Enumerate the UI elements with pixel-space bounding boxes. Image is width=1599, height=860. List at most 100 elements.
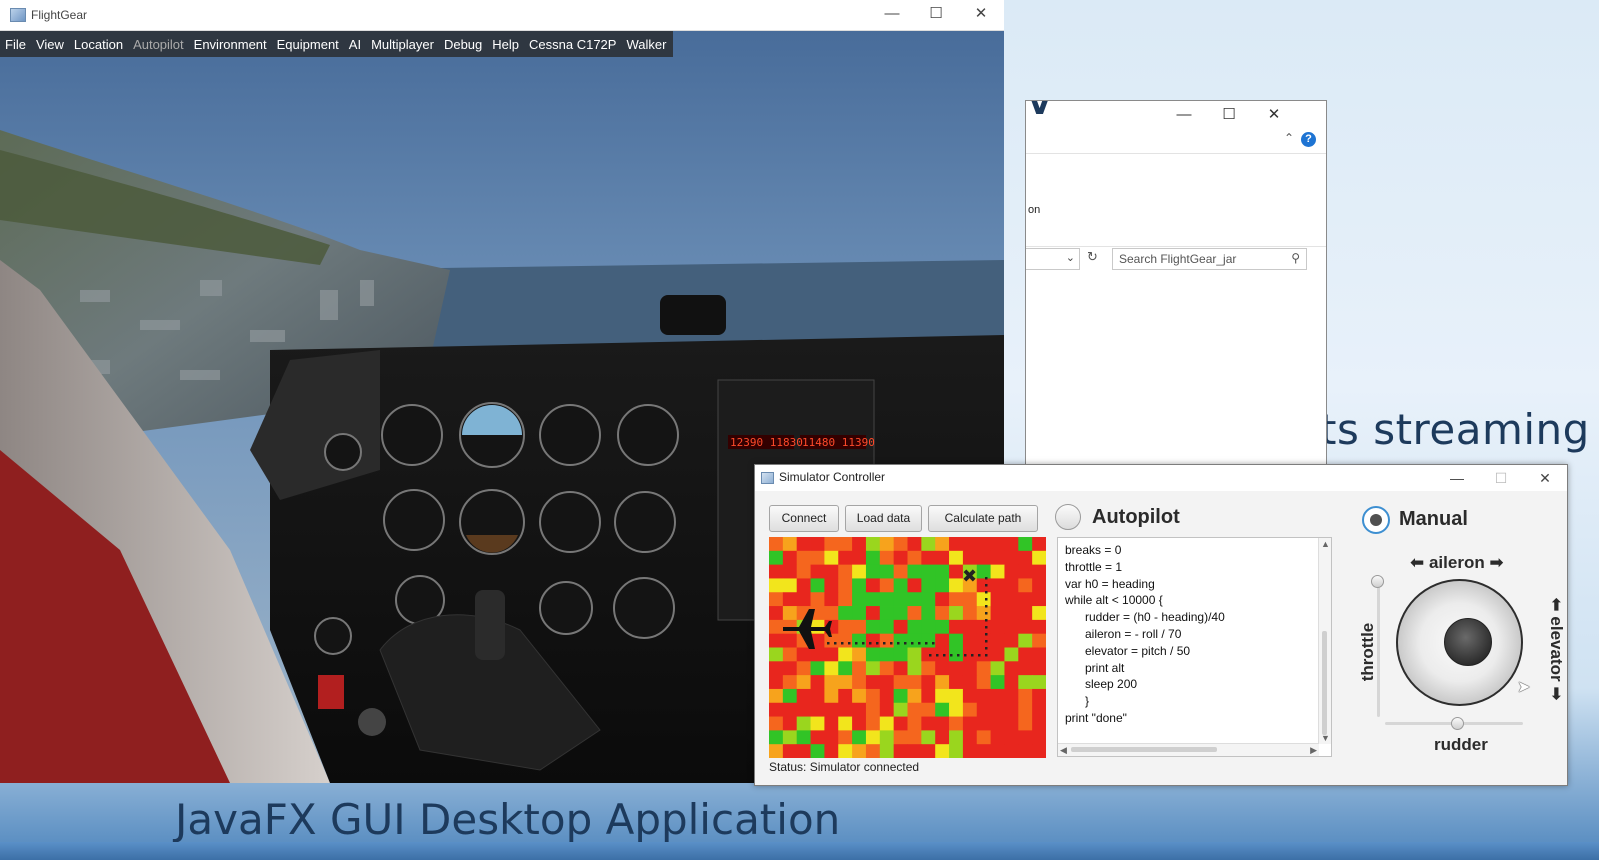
vertical-scrollbar[interactable]: ▲ ▼ <box>1318 538 1331 744</box>
maximize-icon[interactable]: ☐ <box>1207 101 1251 129</box>
refresh-icon[interactable]: ↻ <box>1087 249 1098 265</box>
path-dot <box>985 633 988 636</box>
heatmap-cell <box>1004 633 1019 648</box>
calculate-path-button[interactable]: Calculate path <box>928 505 1038 532</box>
heatmap-cell <box>824 675 839 690</box>
address-dropdown[interactable]: ⌄ <box>1026 248 1080 270</box>
heatmap-cell <box>907 564 922 579</box>
heatmap-cell <box>907 537 922 552</box>
menu-autopilot[interactable]: Autopilot <box>128 37 189 52</box>
minimize-icon[interactable]: — <box>1162 101 1206 129</box>
heatmap-cell <box>852 633 867 648</box>
heatmap-cell <box>1032 578 1046 593</box>
heatmap-cell <box>838 592 853 607</box>
scroll-right-arrow-icon[interactable]: ▶ <box>1310 745 1317 755</box>
heatmap-cell <box>796 661 811 676</box>
load-data-button[interactable]: Load data <box>845 505 922 532</box>
heatmap-cell <box>865 592 881 607</box>
throttle-slider-thumb[interactable] <box>1371 575 1384 588</box>
heatmap-cell <box>865 744 881 758</box>
scrollbar-thumb[interactable] <box>1322 631 1327 735</box>
heatmap-cell <box>852 688 867 704</box>
joystick-knob[interactable]: ➤ <box>1444 618 1530 696</box>
heatmap-cell <box>782 688 798 704</box>
menu-view[interactable]: View <box>31 37 69 52</box>
scroll-left-arrow-icon[interactable]: ◀ <box>1060 745 1067 755</box>
menu-help[interactable]: Help <box>487 37 524 52</box>
throttle-label: throttle <box>1358 622 1377 682</box>
menu-location[interactable]: Location <box>69 37 128 52</box>
menu-equipment[interactable]: Equipment <box>272 37 344 52</box>
scroll-down-arrow-icon[interactable]: ▼ <box>1321 733 1330 743</box>
aileron-label: ⬅ aileron ➡ <box>1410 553 1504 572</box>
menu-walker[interactable]: Walker <box>621 37 671 52</box>
close-icon[interactable]: ✕ <box>1252 101 1296 129</box>
heatmap-cell <box>1032 633 1046 648</box>
search-input[interactable]: Search FlightGear_jar ⚲ <box>1112 248 1307 270</box>
maximize-icon[interactable]: ☐ <box>914 0 958 28</box>
menu-cessna[interactable]: Cessna C172P <box>524 37 621 52</box>
explorer-titlebar: — ☐ ✕ <box>1026 101 1326 129</box>
autopilot-label[interactable]: Autopilot <box>1092 506 1180 529</box>
heatmap-cell <box>1018 716 1033 731</box>
scroll-up-arrow-icon[interactable]: ▲ <box>1321 539 1330 549</box>
heatmap-cell <box>879 537 895 552</box>
maximize-icon[interactable]: ☐ <box>1479 465 1523 491</box>
path-dot <box>971 654 974 657</box>
flightgear-titlebar: FlightGear — ☐ ✕ <box>0 0 1004 31</box>
heatmap-cell <box>907 606 922 621</box>
manual-label[interactable]: Manual <box>1399 508 1468 531</box>
heatmap-cell <box>1032 619 1046 635</box>
heatmap-cell <box>879 661 895 676</box>
minimize-icon[interactable]: — <box>1435 465 1479 491</box>
throttle-slider[interactable] <box>1377 581 1380 717</box>
path-dot <box>985 619 988 622</box>
heatmap-cell <box>824 647 839 662</box>
heatmap-cell <box>865 578 881 593</box>
minimize-icon[interactable]: — <box>870 0 914 28</box>
path-dot <box>827 642 830 645</box>
heatmap-cell <box>893 675 908 690</box>
heatmap-cell <box>782 744 798 758</box>
heatmap-cell <box>769 730 784 745</box>
path-dot <box>876 642 879 645</box>
heatmap-cell <box>865 550 881 566</box>
menu-file[interactable]: File <box>0 37 31 52</box>
path-dot <box>936 654 939 657</box>
menu-environment[interactable]: Environment <box>189 37 272 52</box>
heatmap-cell <box>824 537 839 552</box>
horizontal-scrollbar[interactable]: ◀ ▶ <box>1058 743 1319 756</box>
heatmap-cell <box>976 578 991 593</box>
x-target-icon: ✖ <box>962 566 977 587</box>
path-dot <box>985 640 988 643</box>
heatmap-cell <box>976 730 991 745</box>
search-icon[interactable]: ⚲ <box>1291 251 1300 265</box>
heatmap-cell <box>838 550 853 566</box>
rudder-slider-thumb[interactable] <box>1451 717 1464 730</box>
autopilot-radio[interactable] <box>1055 504 1081 530</box>
autopilot-script-editor[interactable]: breaks = 0 throttle = 1 var h0 = heading… <box>1057 537 1332 757</box>
heatmap-cell <box>769 661 784 676</box>
menu-ai[interactable]: AI <box>344 37 366 52</box>
menu-debug[interactable]: Debug <box>439 37 487 52</box>
heatmap-cell <box>838 702 853 717</box>
path-dot <box>869 642 872 645</box>
ribbon-label: on <box>1028 204 1041 216</box>
manual-radio[interactable] <box>1362 506 1390 534</box>
joystick[interactable]: ➤ <box>1396 579 1530 706</box>
heatmap-cell <box>976 633 991 648</box>
path-dot <box>834 642 837 645</box>
path-dot <box>950 654 953 657</box>
heatmap-cell <box>935 661 950 676</box>
chevron-up-icon[interactable]: ⌃ <box>1284 131 1294 145</box>
height-map[interactable]: ✖ <box>769 537 1046 758</box>
close-icon[interactable]: ✕ <box>1523 465 1567 491</box>
script-text[interactable]: breaks = 0 throttle = 1 var h0 = heading… <box>1065 542 1225 727</box>
heatmap-cell <box>1018 702 1033 717</box>
heatmap-cell <box>907 675 922 690</box>
connect-button[interactable]: Connect <box>769 505 839 532</box>
menu-multiplayer[interactable]: Multiplayer <box>366 37 439 52</box>
scrollbar-thumb[interactable] <box>1071 747 1217 752</box>
close-icon[interactable]: ✕ <box>959 0 1003 28</box>
help-icon[interactable]: ? <box>1301 132 1316 147</box>
